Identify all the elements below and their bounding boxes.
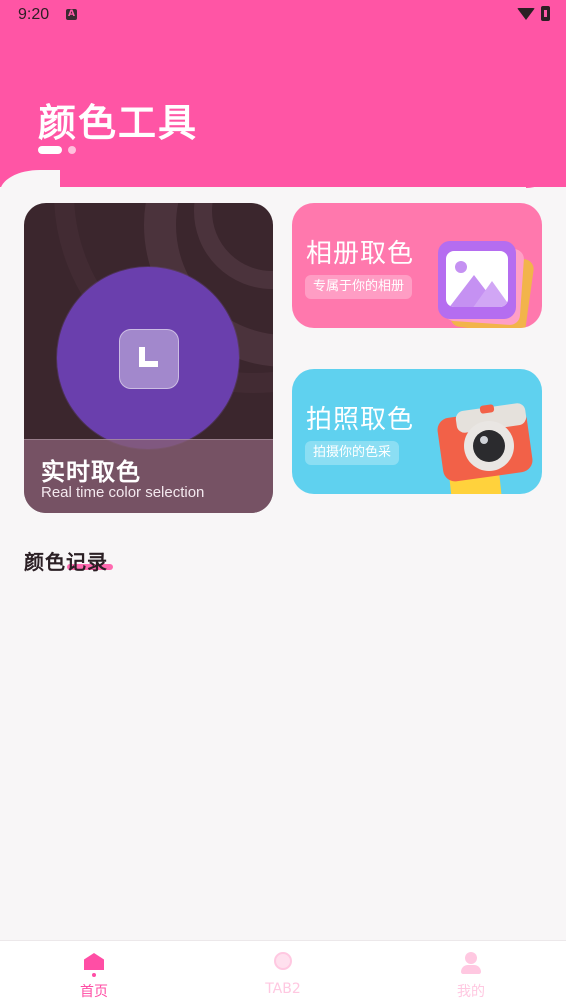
banner-pager	[38, 146, 76, 154]
status-icons	[517, 6, 550, 21]
color-records-heading: 颜色记录	[24, 546, 113, 575]
pager-dot[interactable]	[68, 146, 76, 154]
camera-color-card[interactable]: 拍照取色 拍摄你的色采	[292, 369, 542, 494]
album-card-tag: 专属于你的相册	[305, 275, 413, 299]
user-icon-body	[461, 965, 481, 974]
album-card-title: 相册取色	[306, 239, 415, 269]
page-title: 颜色工具	[38, 101, 199, 145]
app-notification-icon: A	[66, 9, 77, 20]
user-icon	[465, 952, 477, 964]
bottom-navigation: 首页 TAB2 我的	[0, 940, 566, 1007]
album-color-card[interactable]: 相册取色 专属于你的相册	[292, 203, 542, 328]
active-indicator-dot	[92, 973, 96, 977]
status-time: 9:20	[18, 6, 50, 23]
camera-card-title: 拍照取色	[306, 405, 415, 435]
nav-item-mine[interactable]: 我的	[411, 941, 531, 1007]
crop-corner-icon	[119, 329, 179, 389]
camera-lens-icon	[473, 430, 505, 462]
photo-frame	[446, 251, 508, 307]
wifi-icon	[517, 7, 535, 20]
bulb-icon	[274, 952, 292, 970]
pager-dot-active[interactable]	[38, 146, 62, 154]
nav-label-mine: 我的	[457, 984, 485, 1000]
nav-label-tab2: TAB2	[265, 981, 301, 997]
sun-icon	[455, 261, 467, 273]
nav-item-tab2[interactable]: TAB2	[223, 941, 343, 1007]
photo-gallery-icon	[438, 241, 516, 319]
realtime-color-card[interactable]: 实时取色 Real time color selection	[24, 203, 273, 513]
realtime-card-subtitle: Real time color selection	[41, 484, 205, 501]
mountain-icon	[472, 281, 508, 307]
status-bar: 9:20 A	[0, 0, 566, 30]
realtime-card-title: 实时取色	[41, 458, 141, 486]
color-records-title: 颜色记录	[24, 550, 108, 574]
camera-card-tag: 拍摄你的色采	[305, 441, 400, 465]
nav-item-home[interactable]: 首页	[34, 941, 154, 1007]
home-icon	[84, 953, 104, 970]
battery-icon	[541, 6, 550, 21]
realtime-card-caption: 实时取色 Real time color selection	[24, 439, 273, 513]
nav-label-home: 首页	[80, 984, 108, 1000]
